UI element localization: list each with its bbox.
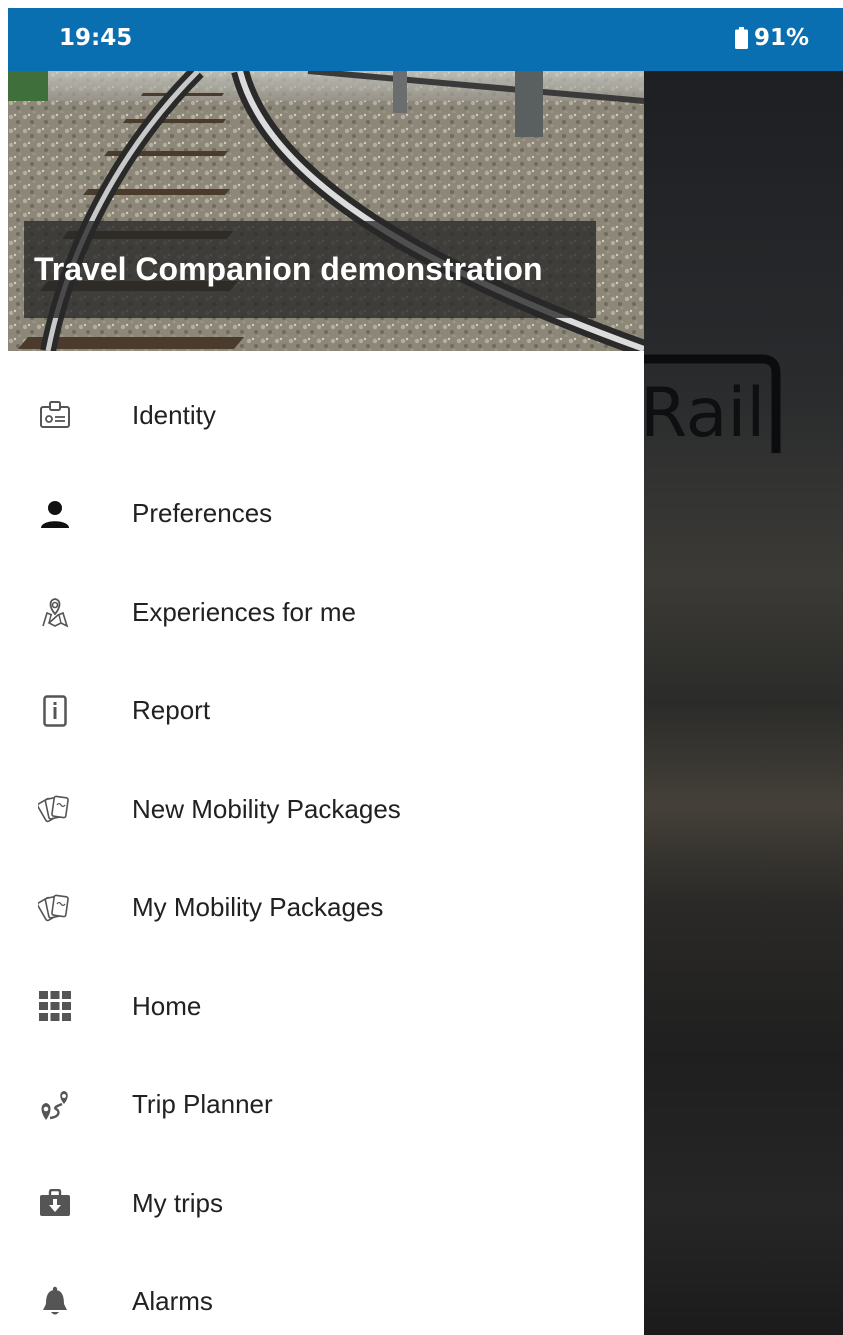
- menu-item-home[interactable]: Home: [8, 957, 644, 1056]
- id-card-icon: [38, 398, 72, 432]
- menu-item-label: Experiences for me: [132, 596, 356, 627]
- screen: 19:45 91% Rail Travel Companion demonstr…: [8, 8, 843, 1335]
- cards-icon: [38, 891, 72, 925]
- menu-item-label: Identity: [132, 399, 216, 430]
- drawer-menu: Identity Preferences Experiences for me …: [8, 366, 644, 1335]
- map-pin-icon: [38, 595, 72, 629]
- menu-item-label: New Mobility Packages: [132, 793, 401, 824]
- status-time: 19:45: [59, 25, 133, 51]
- menu-item-label: Trip Planner: [132, 1089, 273, 1120]
- drawer-header: Travel Companion demonstration: [8, 71, 644, 351]
- menu-item-label: Home: [132, 990, 202, 1021]
- menu-item-label: Preferences: [132, 498, 273, 529]
- rail-logo: Rail: [644, 354, 781, 453]
- menu-item-label: Alarms: [132, 1286, 213, 1317]
- briefcase-download-icon: [38, 1186, 72, 1220]
- route-icon: [38, 1088, 72, 1122]
- menu-item-report[interactable]: Report: [8, 662, 644, 761]
- background-app-scrim[interactable]: Rail: [644, 71, 843, 1335]
- battery-status: 91%: [734, 25, 809, 51]
- menu-item-label: My Mobility Packages: [132, 892, 384, 923]
- navigation-drawer: Travel Companion demonstration Identity: [8, 71, 644, 1335]
- person-icon: [38, 497, 72, 531]
- menu-item-alarms[interactable]: Alarms: [8, 1253, 644, 1335]
- battery-icon: [734, 27, 748, 49]
- menu-item-my-mobility-packages[interactable]: My Mobility Packages: [8, 859, 644, 958]
- menu-item-preferences[interactable]: Preferences: [8, 465, 644, 564]
- menu-item-experiences[interactable]: Experiences for me: [8, 563, 644, 662]
- drawer-header-title: Travel Companion demonstration: [24, 221, 596, 318]
- status-bar: 19:45 91%: [8, 8, 843, 71]
- cards-icon: [38, 792, 72, 826]
- menu-item-trip-planner[interactable]: Trip Planner: [8, 1056, 644, 1155]
- menu-item-label: Report: [132, 695, 211, 726]
- rail-logo-text: Rail: [644, 374, 765, 453]
- menu-item-my-trips[interactable]: My trips: [8, 1154, 644, 1253]
- bell-icon: [38, 1285, 72, 1319]
- menu-item-label: My trips: [132, 1187, 223, 1218]
- grid-icon: [38, 989, 72, 1023]
- battery-percent: 91%: [753, 25, 809, 51]
- info-tablet-icon: [38, 694, 72, 728]
- menu-item-new-mobility-packages[interactable]: New Mobility Packages: [8, 760, 644, 859]
- menu-item-identity[interactable]: Identity: [8, 366, 644, 465]
